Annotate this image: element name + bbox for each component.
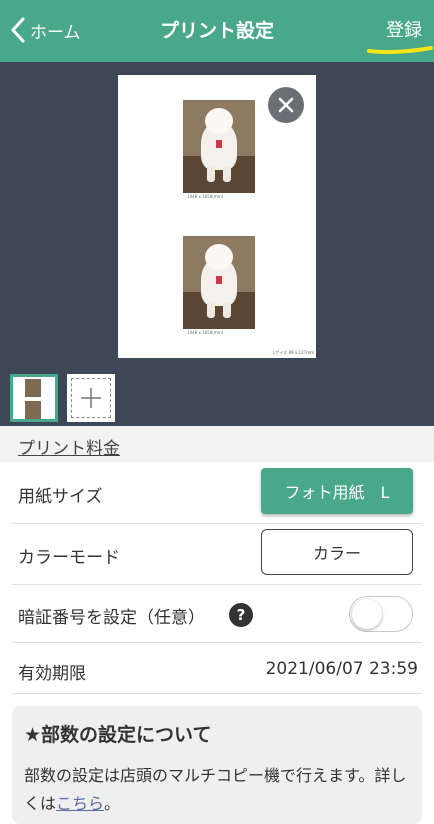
plus-icon bbox=[81, 388, 101, 408]
expiry-value: 2021/06/07 23:59 bbox=[265, 659, 418, 679]
toggle-knob bbox=[352, 599, 382, 629]
info-text: 部数の設定は店頭のマルチコピー機で行えます。詳しくはこちら。 bbox=[24, 762, 420, 818]
paper-size-label: Lサイズ 89 x 127mm bbox=[273, 350, 314, 355]
register-button[interactable]: 登録 bbox=[386, 16, 422, 42]
page-thumbnail-1[interactable] bbox=[10, 374, 58, 422]
close-icon bbox=[278, 97, 294, 113]
highlight-underline bbox=[367, 46, 433, 54]
print-fee-link[interactable]: プリント料金 bbox=[18, 434, 120, 459]
photo-caption: 1448 x 1650(mm) bbox=[187, 330, 224, 335]
divider bbox=[12, 584, 422, 585]
photo-preview bbox=[183, 100, 255, 193]
info-suffix: 。 bbox=[104, 794, 121, 813]
divider bbox=[12, 693, 422, 694]
photo-preview bbox=[183, 236, 255, 329]
pin-toggle[interactable] bbox=[349, 596, 413, 632]
print-preview-area: 1448 x 1650(mm) 1448 x 1650(mm) Lサイズ 89 … bbox=[0, 62, 434, 426]
photo-caption: 1448 x 1650(mm) bbox=[187, 194, 224, 199]
app-header: ホーム プリント設定 登録 bbox=[0, 0, 434, 62]
info-title: ★部数の設定について bbox=[24, 724, 212, 746]
details-link[interactable]: こちら bbox=[56, 794, 104, 813]
paper-size-button[interactable]: フォト用紙 L bbox=[261, 468, 413, 514]
section-header: プリント料金 bbox=[0, 426, 434, 462]
pin-setting-label: 暗証番号を設定（任意） bbox=[18, 608, 205, 628]
info-box: ★部数の設定について 部数の設定は店頭のマルチコピー機で行えます。詳しくはこちら… bbox=[12, 706, 422, 824]
help-icon[interactable]: ? bbox=[229, 603, 253, 627]
divider bbox=[12, 523, 422, 524]
color-mode-label: カラーモード bbox=[18, 548, 120, 568]
color-mode-button[interactable]: カラー bbox=[261, 529, 413, 575]
page-title: プリント設定 bbox=[159, 20, 274, 42]
paper-size-label: 用紙サイズ bbox=[18, 487, 103, 507]
add-page-button[interactable] bbox=[67, 374, 115, 422]
close-button[interactable] bbox=[268, 87, 304, 123]
divider bbox=[12, 642, 422, 643]
expiry-label: 有効期限 bbox=[18, 664, 86, 684]
